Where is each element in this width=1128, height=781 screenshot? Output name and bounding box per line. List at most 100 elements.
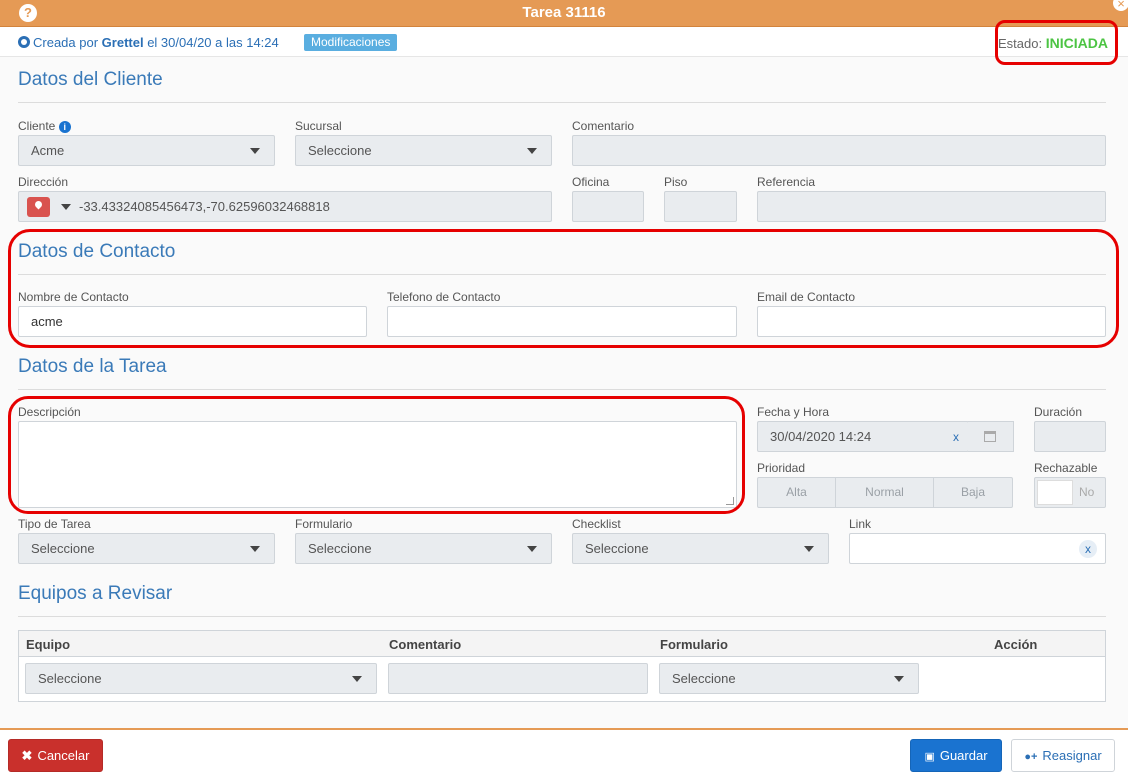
- task-type-label: Tipo de Tarea: [18, 517, 91, 531]
- reassign-button[interactable]: ●+ Reasignar: [1011, 739, 1115, 772]
- created-date: el 30/04/20 a las 14:24: [147, 35, 279, 50]
- client-select[interactable]: Acme: [18, 135, 275, 166]
- divider: [18, 616, 1106, 617]
- priority-label: Prioridad: [757, 461, 806, 475]
- chevron-down-icon: [352, 676, 362, 682]
- divider: [18, 102, 1106, 103]
- duration-label: Duración: [1034, 405, 1083, 419]
- form-label: Formulario: [295, 517, 353, 531]
- equipment-value: Seleccione: [38, 671, 102, 686]
- map-marker-icon[interactable]: [27, 197, 50, 217]
- branch-label: Sucursal: [295, 119, 342, 133]
- table-header: Equipo Comentario Formulario Acción: [19, 631, 1105, 657]
- created-by: Grettel: [101, 35, 144, 50]
- modifications-button[interactable]: Modificaciones: [304, 34, 398, 51]
- contact-email-label: Email de Contacto: [757, 290, 856, 304]
- floor-field[interactable]: [664, 191, 737, 222]
- chevron-down-icon: [250, 546, 260, 552]
- chevron-down-icon[interactable]: [61, 204, 71, 210]
- floor-label: Piso: [664, 175, 688, 189]
- link-input[interactable]: x: [849, 533, 1106, 564]
- dialog-title: Tarea 31116: [522, 4, 606, 21]
- reference-field[interactable]: [757, 191, 1106, 222]
- duration-field[interactable]: [1034, 421, 1106, 452]
- priority-baja[interactable]: Baja: [934, 478, 1012, 507]
- save-button[interactable]: ▣ Guardar: [910, 739, 1002, 772]
- chevron-down-icon: [250, 148, 260, 154]
- priority-alta[interactable]: Alta: [758, 478, 836, 507]
- task-type-value: Seleccione: [31, 541, 95, 556]
- chevron-down-icon: [527, 546, 537, 552]
- comment-field[interactable]: [572, 135, 1106, 166]
- column-comentario: Comentario: [389, 637, 462, 652]
- contact-name-input[interactable]: acme: [18, 306, 367, 337]
- save-icon: ▣: [924, 751, 935, 763]
- divider: [18, 274, 1106, 275]
- created-info: Creada por Grettel el 30/04/20 a las 14:…: [18, 35, 279, 50]
- equipment-form-select[interactable]: Seleccione: [659, 663, 919, 694]
- office-label: Oficina: [572, 175, 610, 189]
- datetime-label: Fecha y Hora: [757, 405, 830, 419]
- client-section-title: Datos del Cliente: [18, 69, 163, 90]
- title-bar: ? Tarea 31116 ×: [0, 0, 1128, 27]
- rejectable-value: No: [1079, 485, 1095, 499]
- form-select[interactable]: Seleccione: [295, 533, 552, 564]
- client-label: Cliente i: [18, 119, 71, 133]
- address-field[interactable]: -33.43324085456473,-70.62596032468818: [18, 191, 552, 222]
- description-textarea[interactable]: [18, 421, 737, 508]
- reference-label: Referencia: [757, 175, 816, 189]
- calendar-button[interactable]: [968, 421, 1014, 452]
- created-prefix: Creada por: [33, 35, 99, 50]
- close-icon: ✖: [21, 748, 33, 763]
- rejectable-toggle[interactable]: No: [1034, 477, 1106, 508]
- column-accion: Acción: [994, 637, 1038, 652]
- link-label: Link: [849, 517, 872, 531]
- resize-handle[interactable]: [726, 497, 734, 505]
- equipment-table: Equipo Comentario Formulario Acción Sele…: [18, 630, 1106, 702]
- checklist-value: Seleccione: [585, 541, 649, 556]
- equipment-section-title: Equipos a Revisar: [18, 583, 173, 604]
- datetime-input[interactable]: 30/04/2020 14:24 x: [757, 421, 969, 452]
- chrome-icon: [18, 36, 30, 48]
- checklist-label: Checklist: [572, 517, 621, 531]
- save-label: Guardar: [939, 748, 988, 763]
- office-field[interactable]: [572, 191, 644, 222]
- datetime-clear-button[interactable]: x: [947, 428, 965, 446]
- contact-phone-label: Telefono de Contacto: [387, 290, 501, 304]
- status-label: Estado:: [998, 36, 1043, 51]
- equipment-comment-field[interactable]: [388, 663, 648, 694]
- cancel-label: Cancelar: [37, 748, 90, 763]
- status: Estado: INICIADA: [998, 35, 1108, 51]
- column-formulario: Formulario: [660, 637, 728, 652]
- status-value: INICIADA: [1045, 35, 1108, 51]
- toggle-knob: [1037, 480, 1073, 505]
- divider: [18, 389, 1106, 390]
- info-bar: Creada por Grettel el 30/04/20 a las 14:…: [0, 27, 1128, 57]
- link-clear-button[interactable]: x: [1079, 540, 1097, 558]
- priority-selector: Alta Normal Baja: [757, 477, 1013, 508]
- checklist-select[interactable]: Seleccione: [572, 533, 829, 564]
- client-label-text: Cliente: [18, 119, 56, 133]
- calendar-icon: [984, 431, 996, 442]
- branch-select[interactable]: Seleccione: [295, 135, 552, 166]
- contact-name-label: Nombre de Contacto: [18, 290, 129, 304]
- address-label: Dirección: [18, 175, 69, 189]
- equipment-select[interactable]: Seleccione: [25, 663, 377, 694]
- column-equipo: Equipo: [26, 637, 71, 652]
- client-select-value: Acme: [31, 143, 65, 158]
- task-type-select[interactable]: Seleccione: [18, 533, 275, 564]
- chevron-down-icon: [527, 148, 537, 154]
- comment-label: Comentario: [572, 119, 635, 133]
- form-value: Seleccione: [308, 541, 372, 556]
- priority-normal[interactable]: Normal: [836, 478, 934, 507]
- contact-phone-input[interactable]: [387, 306, 737, 337]
- info-icon[interactable]: i: [58, 121, 71, 133]
- chevron-down-icon: [804, 546, 814, 552]
- task-section-title: Datos de la Tarea: [18, 356, 167, 377]
- reassign-label: Reasignar: [1042, 748, 1102, 763]
- description-label: Descripción: [18, 405, 81, 419]
- address-value: -33.43324085456473,-70.62596032468818: [79, 199, 330, 214]
- cancel-button[interactable]: ✖ Cancelar: [8, 739, 103, 772]
- contact-email-input[interactable]: [757, 306, 1106, 337]
- rejectable-label: Rechazable: [1034, 461, 1098, 475]
